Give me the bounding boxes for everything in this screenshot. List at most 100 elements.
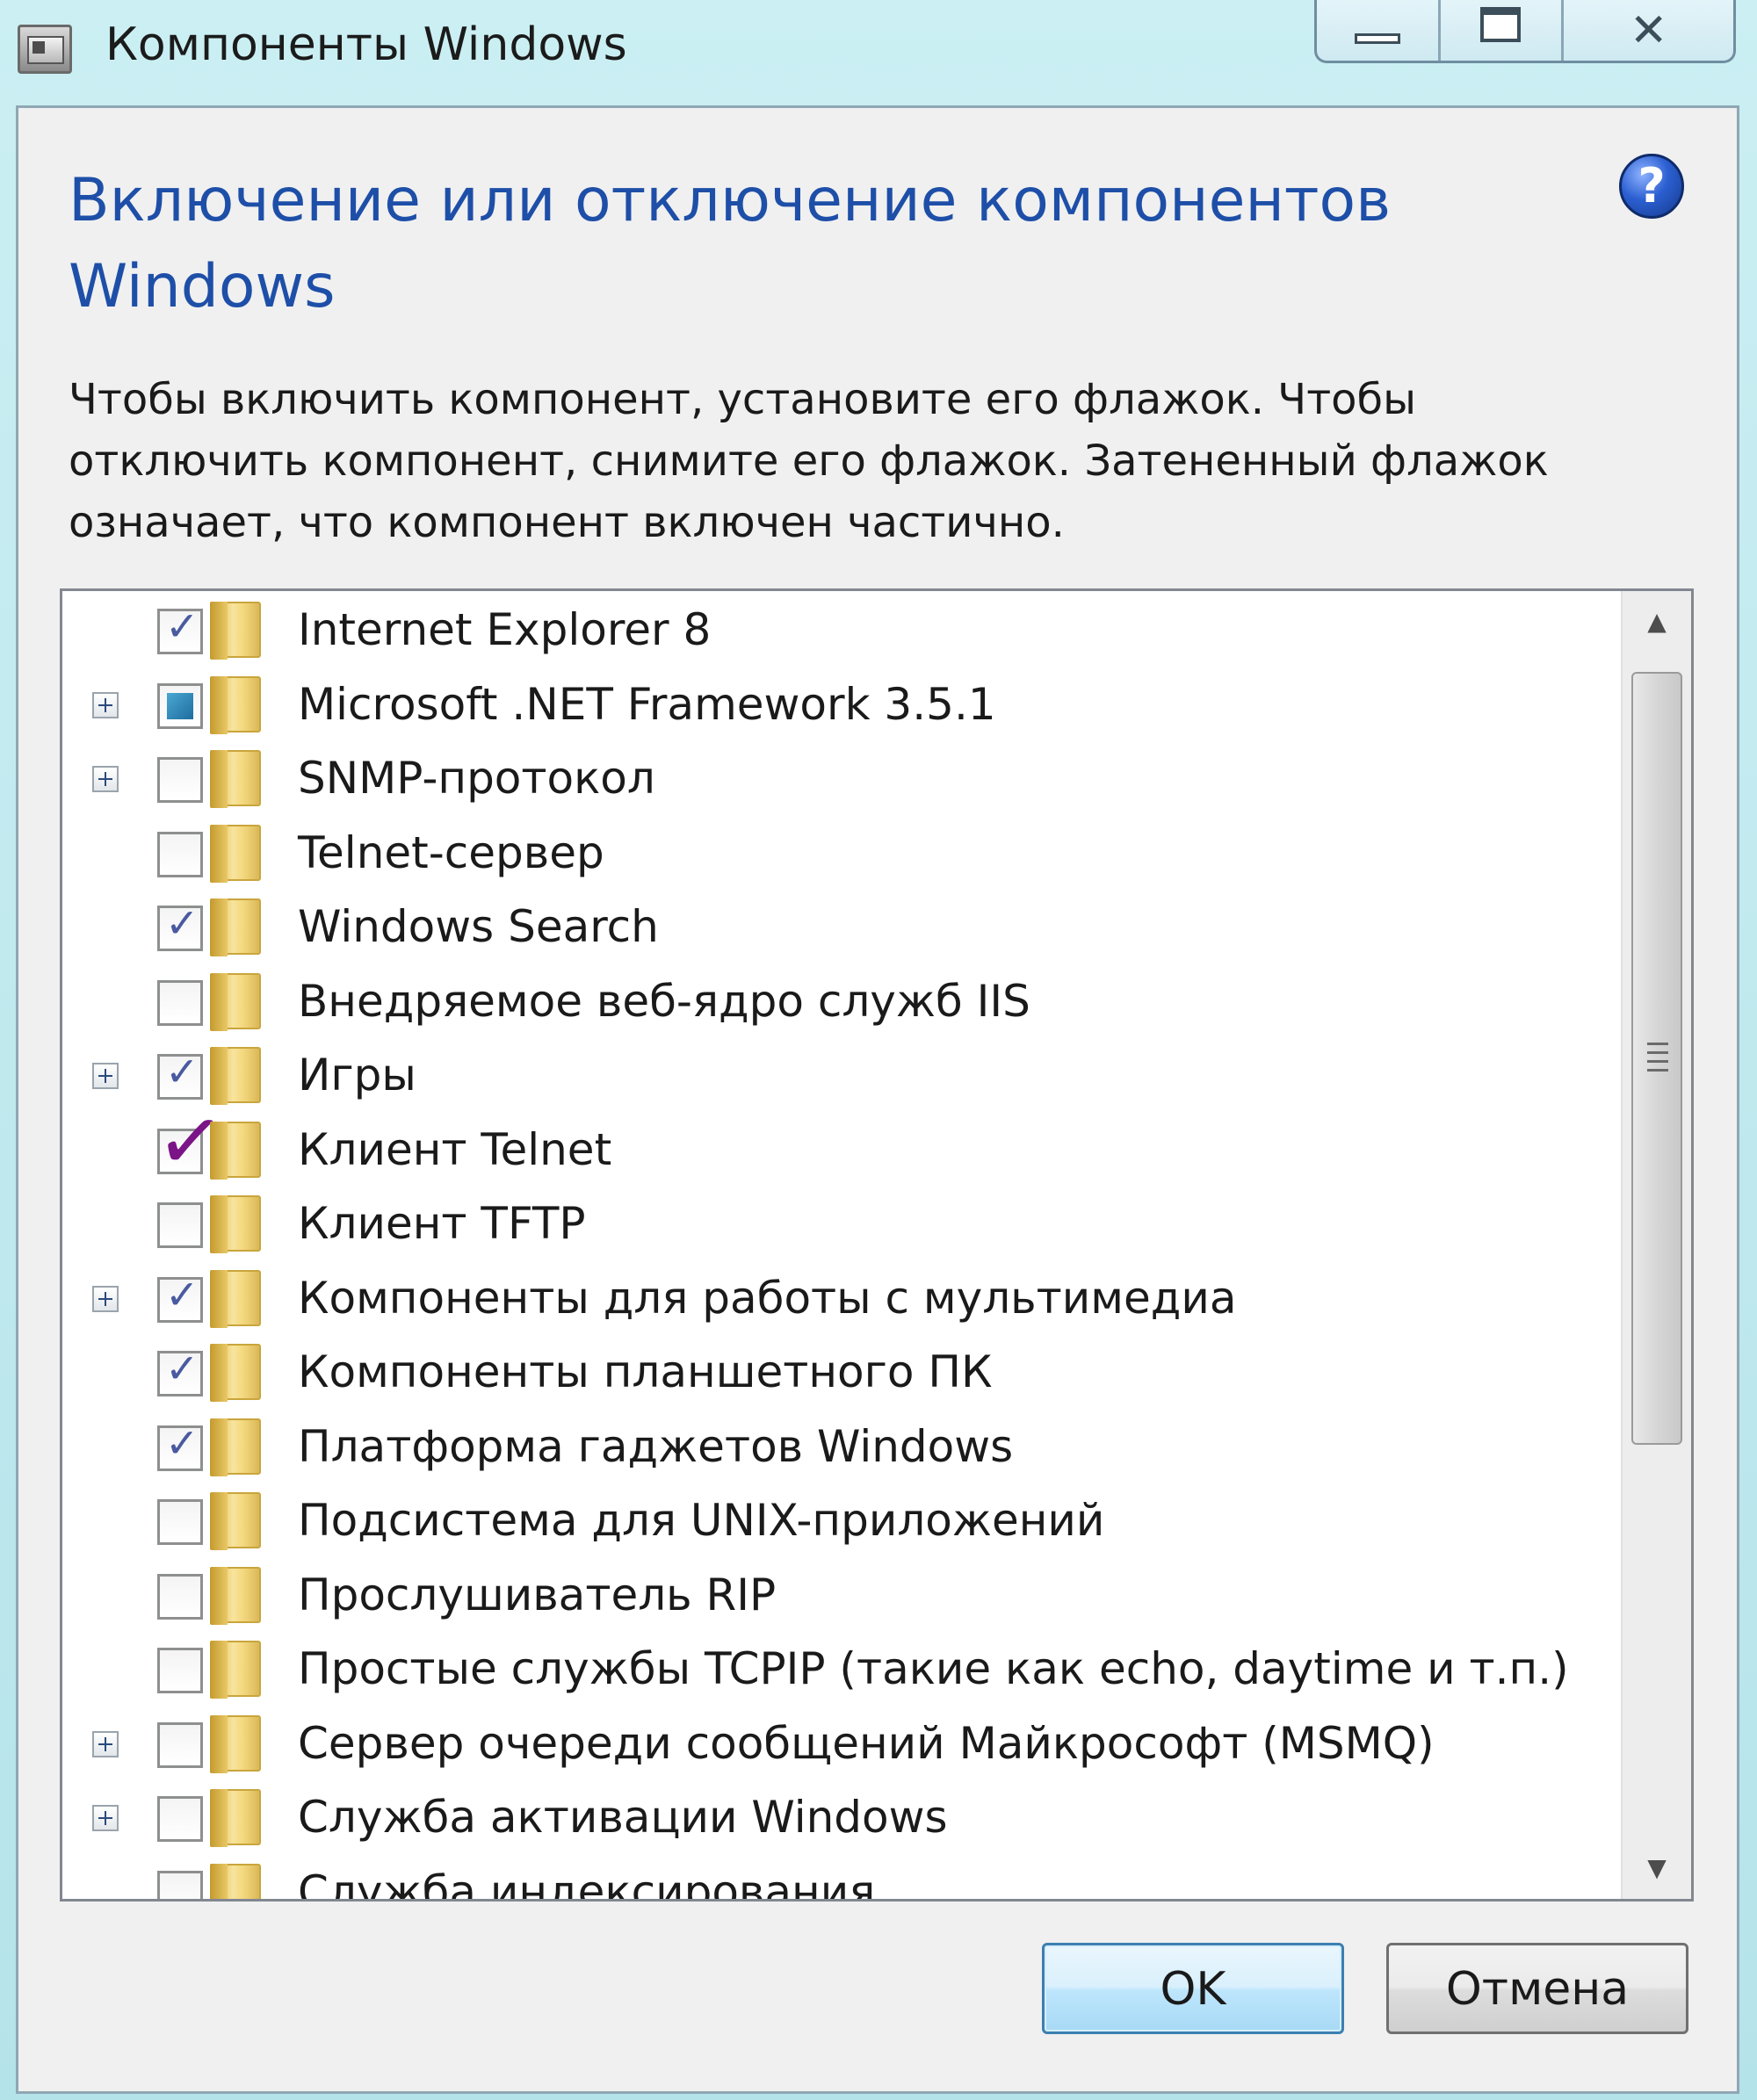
ok-button[interactable]: OK bbox=[1042, 1943, 1344, 2034]
feature-label: Платформа гаджетов Windows bbox=[298, 1420, 1014, 1472]
feature-checkbox[interactable] bbox=[157, 1499, 203, 1545]
feature-label: Компоненты для работы с мультимедиа bbox=[298, 1272, 1237, 1324]
feature-checkbox[interactable]: ✓ bbox=[157, 603, 203, 654]
feature-row[interactable]: SNMP-протокол bbox=[62, 741, 1626, 815]
help-icon[interactable]: ? bbox=[1619, 154, 1684, 219]
feature-checkbox[interactable] bbox=[157, 1796, 203, 1842]
feature-label: Telnet-сервер bbox=[298, 826, 604, 878]
feature-checkbox[interactable] bbox=[157, 979, 203, 1026]
feature-checkbox[interactable] bbox=[157, 1870, 203, 1899]
folder-icon bbox=[210, 1195, 261, 1253]
app-icon bbox=[18, 25, 72, 74]
vertical-scrollbar[interactable]: ▲ ▼ bbox=[1621, 591, 1691, 1899]
feature-row[interactable]: Служба активации Windows bbox=[62, 1780, 1626, 1854]
maximize-button[interactable] bbox=[1441, 0, 1565, 61]
dialog-heading: Включение или отключение компонентов Win… bbox=[69, 166, 1392, 321]
feature-label: Сервер очереди сообщений Майкрософт (MSM… bbox=[298, 1717, 1435, 1769]
feature-row[interactable]: Клиент TFTP bbox=[62, 1187, 1626, 1260]
feature-row[interactable]: ✓ Windows Search bbox=[62, 890, 1626, 963]
partial-check-icon bbox=[167, 692, 193, 719]
folder-icon bbox=[210, 1789, 261, 1847]
close-icon: ✕ bbox=[1629, 4, 1668, 57]
feature-label: Клиент TFTP bbox=[298, 1198, 586, 1249]
feature-row[interactable]: ✓ Internet Explorer 8 bbox=[62, 593, 1626, 667]
folder-icon bbox=[210, 898, 261, 956]
scroll-up-icon[interactable]: ▲ bbox=[1623, 591, 1691, 653]
feature-checkbox[interactable] bbox=[157, 1573, 203, 1620]
checkmark-icon: ✓ bbox=[165, 1418, 199, 1467]
expand-plus-icon[interactable] bbox=[92, 1730, 119, 1757]
feature-row[interactable]: Прослушиватель RIP bbox=[62, 1558, 1626, 1632]
folder-icon bbox=[210, 824, 261, 883]
features-list: ✓ Internet Explorer 8 Microsoft .NET Frame… bbox=[62, 591, 1626, 1899]
feature-row[interactable]: Сервер очереди сообщений Майкрософт (MSM… bbox=[62, 1707, 1626, 1780]
cancel-button[interactable]: Отмена bbox=[1386, 1943, 1688, 2034]
feature-label: Компоненты планшетного ПК bbox=[298, 1346, 993, 1397]
folder-icon bbox=[210, 1344, 261, 1402]
feature-label: Клиент Telnet bbox=[298, 1123, 612, 1175]
maximize-icon bbox=[1480, 7, 1522, 42]
feature-checkbox[interactable] bbox=[157, 1721, 203, 1768]
close-button[interactable]: ✕ bbox=[1564, 0, 1733, 61]
checkmark-icon: ✓ bbox=[165, 1270, 199, 1318]
feature-row[interactable]: Внедряемое веб-ядро служб IIS bbox=[62, 964, 1626, 1038]
expand-plus-icon[interactable] bbox=[92, 1063, 119, 1089]
folder-icon bbox=[210, 972, 261, 1031]
feature-checkbox[interactable] bbox=[157, 682, 203, 729]
feature-checkbox[interactable]: ✓ bbox=[157, 903, 203, 951]
feature-label: Подсистема для UNIX-приложений bbox=[298, 1495, 1105, 1546]
folder-icon bbox=[210, 1641, 261, 1699]
window-controls: ✕ bbox=[1314, 0, 1736, 63]
feature-checkbox[interactable] bbox=[157, 1648, 203, 1693]
feature-row[interactable]: Простые службы TCPIP (такие как echo, da… bbox=[62, 1632, 1626, 1706]
feature-row[interactable]: ✓ Компоненты для работы с мультимедиа bbox=[62, 1261, 1626, 1335]
feature-label: Служба активации Windows bbox=[298, 1792, 948, 1843]
features-tree[interactable]: ✓ Internet Explorer 8 Microsoft .NET Frame… bbox=[60, 588, 1694, 1902]
feature-checkbox[interactable]: ✓ bbox=[157, 1345, 203, 1396]
feature-row[interactable]: ✓ Платформа гаджетов Windows bbox=[62, 1410, 1626, 1483]
feature-label: Прослушиватель RIP bbox=[298, 1569, 777, 1620]
title-bar[interactable]: Компоненты Windows ✕ bbox=[0, 0, 1757, 97]
expand-plus-icon[interactable] bbox=[92, 691, 119, 718]
feature-label: Внедряемое веб-ядро служб IIS bbox=[298, 975, 1030, 1027]
folder-icon bbox=[210, 1269, 261, 1328]
feature-checkbox[interactable] bbox=[157, 1202, 203, 1248]
feature-row[interactable]: ✓ Игры bbox=[62, 1038, 1626, 1112]
minimize-button[interactable] bbox=[1317, 0, 1441, 61]
scroll-down-icon[interactable]: ▼ bbox=[1623, 1837, 1691, 1899]
feature-row[interactable]: Telnet-сервер bbox=[62, 816, 1626, 890]
checkmark-icon: ✓ bbox=[165, 1345, 199, 1392]
feature-checkbox[interactable]: ✓ bbox=[152, 1091, 229, 1191]
folder-icon bbox=[210, 1121, 261, 1180]
expand-plus-icon[interactable] bbox=[92, 1805, 119, 1831]
feature-row[interactable]: ✓ Клиент Telnet bbox=[62, 1091, 1626, 1191]
scroll-thumb[interactable] bbox=[1631, 672, 1682, 1445]
minimize-icon bbox=[1354, 33, 1400, 44]
folder-icon bbox=[210, 602, 261, 660]
checkmark-icon: ✓ bbox=[165, 603, 199, 650]
feature-checkbox[interactable] bbox=[157, 757, 203, 803]
folder-icon bbox=[210, 1492, 261, 1550]
folder-icon bbox=[210, 1566, 261, 1625]
feature-row[interactable]: ✓ Компоненты планшетного ПК bbox=[62, 1335, 1626, 1409]
expand-plus-icon[interactable] bbox=[92, 766, 119, 792]
feature-row[interactable]: Служба индексирования bbox=[62, 1855, 1626, 1900]
feature-label: Windows Search bbox=[298, 901, 659, 952]
feature-checkbox[interactable]: ✓ bbox=[157, 1418, 203, 1471]
grip-icon bbox=[1647, 1043, 1668, 1072]
feature-label: Служба индексирования bbox=[298, 1865, 876, 1900]
feature-label: Internet Explorer 8 bbox=[298, 604, 712, 655]
feature-checkbox[interactable] bbox=[157, 831, 203, 877]
window-title: Компоненты Windows bbox=[105, 18, 627, 71]
folder-icon bbox=[210, 1863, 261, 1899]
feature-row[interactable]: Microsoft .NET Framework 3.5.1 bbox=[62, 668, 1626, 741]
expand-plus-icon[interactable] bbox=[92, 1285, 119, 1312]
feature-label: Игры bbox=[298, 1050, 416, 1101]
feature-row[interactable]: Подсистема для UNIX-приложений bbox=[62, 1483, 1626, 1557]
folder-icon bbox=[210, 1418, 261, 1476]
folder-icon bbox=[210, 1714, 261, 1773]
feature-label: Microsoft .NET Framework 3.5.1 bbox=[298, 678, 996, 730]
feature-checkbox[interactable]: ✓ bbox=[157, 1270, 203, 1323]
dialog-description: Чтобы включить компонент, установите его… bbox=[69, 375, 1549, 547]
feature-label: SNMP-протокол bbox=[298, 753, 655, 804]
